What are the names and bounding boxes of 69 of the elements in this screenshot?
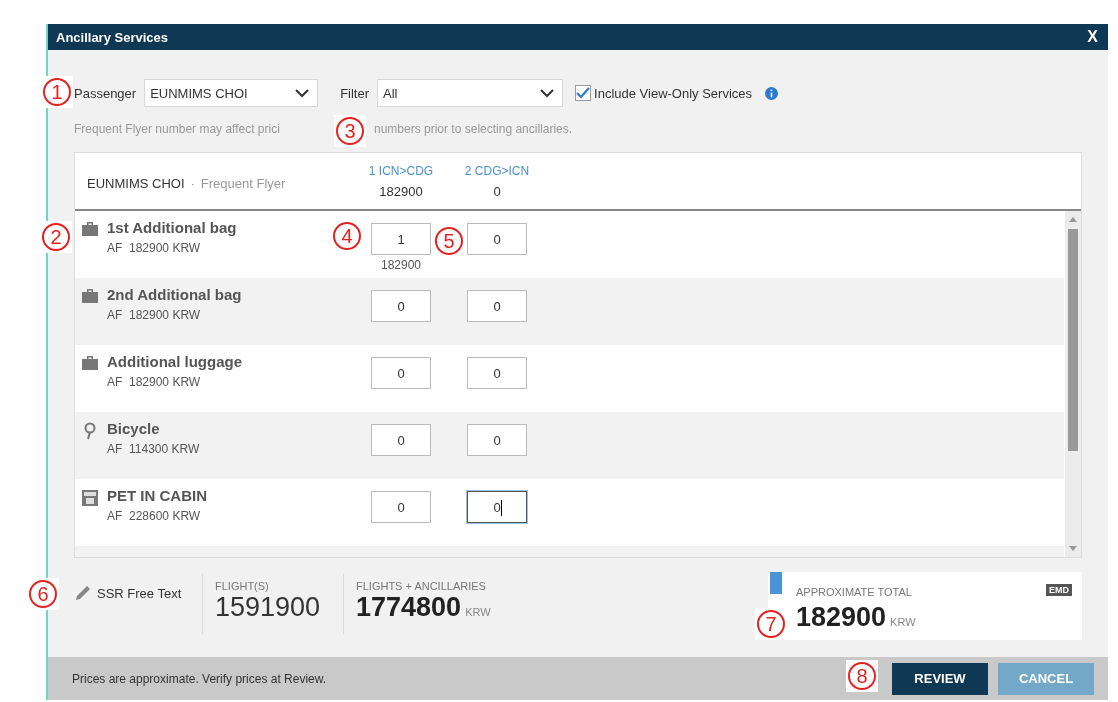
passenger-name: EUNMIMS CHOI (87, 175, 185, 191)
emd-badge: EMD (1046, 584, 1072, 596)
flights-total: 1591900 (215, 592, 322, 623)
total-label: FLIGHTS + ANCILLARIES (356, 580, 487, 592)
passenger-dropdown[interactable]: EUNMIMS CHOI (144, 79, 319, 107)
window-title: Ancillary Services (56, 29, 169, 45)
scroll-up-icon[interactable] (1068, 215, 1078, 223)
hint-text: numbers prior to selecting ancillaries. (374, 122, 573, 138)
scrollbar[interactable] (1065, 211, 1081, 557)
approximate-total: 182900 (796, 602, 887, 633)
ssr-free-text-link[interactable]: SSR Free Text (74, 584, 194, 602)
pet-carrier-icon (81, 489, 99, 507)
field-label: Filter (340, 85, 370, 101)
currency: KRW (465, 606, 491, 618)
field-label: Passenger (74, 85, 137, 101)
briefcase-icon (81, 288, 99, 304)
service-name: 2nd Additional bag (107, 286, 243, 303)
service-name: Bicycle (107, 420, 161, 437)
close-button[interactable]: X (1087, 28, 1098, 46)
service-price: AF 182900 KRW (107, 375, 202, 389)
checkbox[interactable] (575, 85, 592, 101)
segment-total: 0 (493, 183, 501, 199)
quantity-field[interactable]: 0 (371, 357, 431, 389)
callout-marker: 5 (435, 227, 463, 255)
pencil-icon (74, 584, 92, 602)
total-label: APPROXIMATE TOTAL (796, 586, 912, 598)
combined-total: 1774800 (356, 592, 462, 623)
chevron-down-icon (295, 88, 310, 98)
callout-marker: 3 (336, 117, 364, 145)
total-label: FLIGHT(S) (215, 580, 270, 592)
quantity-field[interactable]: 0 (467, 223, 527, 255)
scroll-down-icon[interactable] (1068, 545, 1078, 553)
callout-marker: 7 (757, 610, 785, 638)
subtotal: 182900 (380, 258, 421, 272)
quantity-field[interactable]: 0 (371, 290, 431, 322)
marker-bar (770, 572, 782, 594)
quantity-field[interactable]: 0 (371, 424, 431, 456)
service-price: AF 182900 KRW (107, 241, 202, 255)
segment-link[interactable]: 2 CDG>ICN (464, 163, 530, 178)
callout-marker: 1 (43, 78, 71, 106)
callout-marker: 4 (333, 222, 361, 250)
quantity-field[interactable]: 0 (467, 290, 527, 322)
segment-link[interactable]: 1 ICN>CDG (368, 163, 434, 178)
service-name: PET IN CABIN (107, 487, 208, 504)
hint-text: Frequent Flyer number may affect prici (74, 122, 280, 138)
service-price: AF 182900 KRW (107, 308, 202, 322)
briefcase-icon (81, 355, 99, 371)
callout-marker: 8 (848, 662, 876, 690)
status-note: Prices are approximate. Verify prices at Review. (72, 671, 327, 686)
callout-marker: 6 (29, 580, 57, 608)
review-button[interactable]: REVIEW (892, 662, 988, 695)
quantity-field[interactable]: 0 (467, 491, 527, 523)
quantity-field[interactable]: 0 (371, 491, 431, 523)
service-name: Additional luggage (107, 353, 243, 370)
briefcase-icon (81, 221, 99, 237)
quantity-field[interactable]: 0 (467, 424, 527, 456)
currency: KRW (890, 616, 916, 628)
separator: · (190, 175, 195, 191)
frequent-flyer-label: Frequent Flyer (200, 175, 286, 191)
checkbox-label: Include View-Only Services (594, 85, 753, 101)
info-icon[interactable] (765, 86, 779, 100)
service-price: AF 114300 KRW (107, 442, 201, 456)
chevron-down-icon (540, 88, 555, 98)
callout-marker: 2 (42, 223, 70, 251)
filter-dropdown[interactable]: All (377, 79, 564, 107)
segment-total: 182900 (379, 183, 423, 199)
quantity-field[interactable]: 0 (467, 357, 527, 389)
service-price: AF 228600 KRW (107, 509, 202, 523)
quantity-field[interactable]: 1 (371, 223, 431, 255)
